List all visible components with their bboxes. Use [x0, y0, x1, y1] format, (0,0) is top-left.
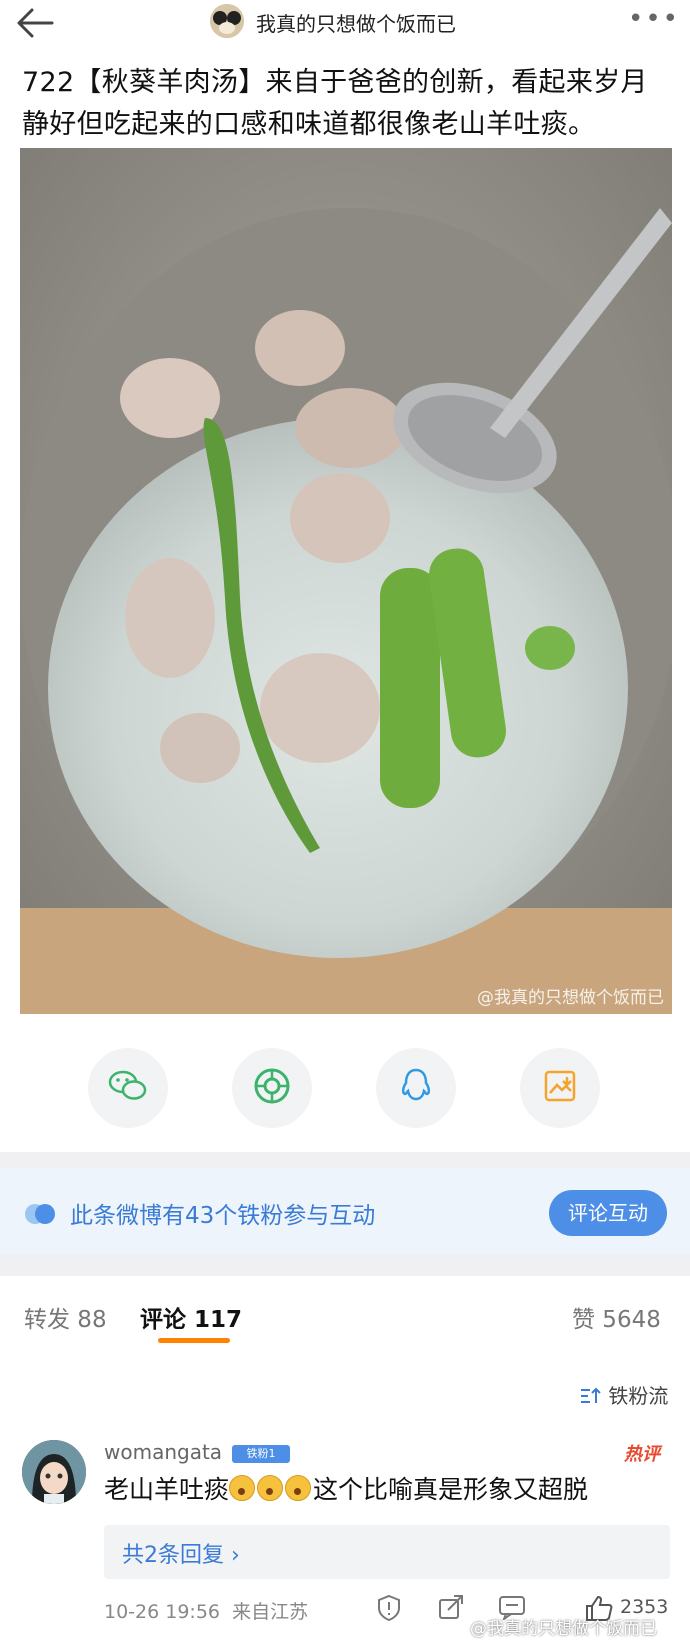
commenter-avatar[interactable] [22, 1440, 86, 1504]
report-button[interactable] [376, 1594, 402, 1626]
qq-icon [399, 1067, 433, 1109]
tab-reposts[interactable]: 转发 88 [24, 1300, 107, 1334]
surprised-emoji-icon [285, 1475, 312, 1501]
surprised-emoji-icon [229, 1475, 256, 1501]
author-avatar[interactable] [210, 4, 244, 38]
page-title: 我真的只想做个饭而已 [256, 12, 456, 36]
iron-fans-icon [24, 1203, 58, 1229]
share-moments-button[interactable] [232, 1048, 312, 1128]
comment-text: 老山羊吐痰 这个比喻真是形象又超脱 [104, 1472, 674, 1508]
tab-comments[interactable]: 评论 117 [140, 1300, 242, 1334]
tab-likes[interactable]: 赞 5648 [572, 1300, 661, 1334]
section-divider-2 [0, 1254, 690, 1276]
surprised-emoji-icon [257, 1475, 284, 1501]
replies-box[interactable]: 共2条回复 › [104, 1525, 670, 1579]
share-qq-button[interactable] [376, 1048, 456, 1128]
save-image-icon [543, 1069, 577, 1107]
comment-text-after: 这个比喻真是形象又超脱 [313, 1475, 589, 1504]
share-wechat-button[interactable] [88, 1048, 168, 1128]
wechat-icon [108, 1069, 148, 1107]
share-icon [438, 1595, 464, 1624]
comment-location: 来自江苏 [232, 1601, 309, 1623]
replies-link[interactable]: 共2条回复 › [122, 1537, 240, 1569]
hot-comment-badge: 热评 [624, 1444, 660, 1465]
shield-icon [376, 1594, 402, 1626]
moments-icon [253, 1067, 291, 1109]
sort-icon [580, 1384, 608, 1408]
bottom-watermark: @我真的只想做个饭而已 [470, 1619, 657, 1639]
sort-label: 铁粉流 [608, 1384, 669, 1408]
post-text: 722【秋葵羊肉汤】来自于爸爸的创新，看起来岁月静好但吃起来的口感和味道都很像老… [22, 67, 648, 140]
image-watermark: @我真的只想做个饭而已 [477, 988, 664, 1008]
iron-fan-badge: 铁粉1 [232, 1445, 290, 1463]
comment-text-before: 老山羊吐痰 [104, 1475, 230, 1504]
save-image-button[interactable] [520, 1048, 600, 1128]
comment-meta: 10-26 19:56 来自江苏 [104, 1597, 308, 1624]
post-image[interactable]: @我真的只想做个饭而已 [20, 148, 672, 1014]
more-options-icon[interactable]: ••• [628, 4, 680, 34]
sort-selector[interactable]: 铁粉流 [580, 1380, 668, 1409]
back-arrow-icon[interactable] [14, 6, 54, 40]
share-comment-button[interactable] [438, 1594, 464, 1624]
commenter-username[interactable]: womangata [104, 1440, 222, 1464]
section-divider [0, 1152, 690, 1168]
comment-interact-button[interactable]: 评论互动 [549, 1190, 667, 1236]
active-tab-indicator [158, 1338, 230, 1343]
comment-time: 10-26 19:56 [104, 1601, 221, 1623]
iron-fans-text: 此条微博有43个铁粉参与互动 [70, 1203, 376, 1229]
